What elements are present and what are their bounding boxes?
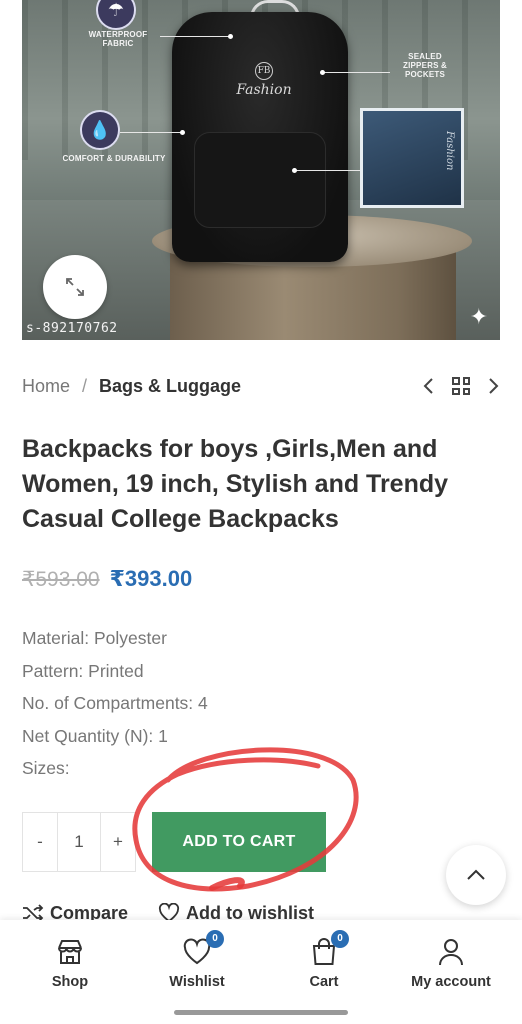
backpack: FB Fashion <box>172 12 348 262</box>
product-title: Backpacks for boys ,Girls,Men and Women,… <box>22 435 449 533</box>
waterproof-dot <box>228 34 233 39</box>
product-navigation <box>422 377 500 395</box>
inset-line <box>294 170 360 171</box>
sparkle-icon: ✦ <box>469 304 488 329</box>
brand-text: Fashion <box>236 82 292 98</box>
store-icon <box>58 940 82 964</box>
breadcrumb-category-link[interactable]: Bags & Luggage <box>99 376 241 397</box>
droplet-icon: 💧 <box>80 110 120 150</box>
waterproof-callout: WATERPROOF FABRIC <box>88 30 148 48</box>
comfort-line <box>120 132 182 133</box>
chevron-up-icon <box>467 869 485 880</box>
expand-icon <box>66 278 84 296</box>
inset-brand-text: Fashion <box>444 131 455 171</box>
nav-shop[interactable]: Shop <box>15 936 125 990</box>
sealed-dot <box>320 70 325 75</box>
quantity-stepper: - 1 + <box>22 812 136 872</box>
nav-wishlist[interactable]: 0 Wishlist <box>142 930 252 990</box>
quantity-decrease-button[interactable]: - <box>23 813 57 871</box>
nav-shop-label: Shop <box>51 974 89 990</box>
user-icon <box>439 939 463 966</box>
bag-front-pocket <box>194 132 326 228</box>
image-code: s-892170762 <box>26 321 118 336</box>
inset-photo: Fashion <box>360 108 464 208</box>
quantity-increase-button[interactable]: + <box>101 813 135 871</box>
expand-image-button[interactable] <box>43 255 107 319</box>
spec-net-quantity: Net Quantity (N): 1 <box>22 725 168 746</box>
home-indicator <box>174 1010 348 1015</box>
nav-wishlist-label: Wishlist <box>169 974 225 990</box>
nav-my-account-label: My account <box>411 974 491 990</box>
nav-cart[interactable]: 0 Cart <box>269 930 379 990</box>
breadcrumb-home-link[interactable]: Home <box>22 376 70 397</box>
nav-cart-label: Cart <box>309 974 339 990</box>
previous-product-icon[interactable] <box>422 377 434 395</box>
waterproof-line <box>160 36 230 37</box>
sealed-line <box>322 72 390 73</box>
spec-compartments: No. of Compartments: 4 <box>22 693 208 713</box>
breadcrumb-separator: / <box>82 375 88 396</box>
wishlist-count-badge: 0 <box>206 930 224 948</box>
spec-sizes: Sizes: <box>22 758 70 778</box>
nav-my-account[interactable]: My account <box>396 936 506 990</box>
brand-mark: FB <box>255 62 273 80</box>
inset-dot <box>292 168 297 173</box>
breadcrumb: Home / Bags & Luggage <box>22 372 500 400</box>
spec-material: Material: Polyester <box>22 628 167 648</box>
scroll-to-top-button[interactable] <box>446 845 506 905</box>
next-product-icon[interactable] <box>488 377 500 395</box>
price: ₹593.00 ₹393.00 <box>22 566 192 592</box>
grid-icon[interactable] <box>452 377 470 395</box>
add-to-cart-button[interactable]: ADD TO CART <box>152 812 326 872</box>
bottom-navigation: Shop 0 Wishlist 0 Cart My account <box>0 920 522 1024</box>
comfort-dot <box>180 130 185 135</box>
old-price: ₹593.00 <box>22 568 100 591</box>
spec-pattern: Pattern: Printed <box>22 660 144 681</box>
cart-count-badge: 0 <box>331 930 349 948</box>
product-image[interactable]: FB Fashion Fashion ☂ WATERPROOF FABRIC 💧… <box>22 0 500 340</box>
sealed-callout: SEALED ZIPPERS & POCKETS <box>402 52 448 79</box>
product-specs: Material: Polyester Pattern: Printed No.… <box>22 622 208 785</box>
bag-logo: FB Fashion <box>224 62 304 98</box>
sale-price: ₹393.00 <box>109 566 193 591</box>
comfort-callout: COMFORT & DURABILITY <box>62 154 166 163</box>
quantity-input[interactable]: 1 <box>57 813 101 871</box>
